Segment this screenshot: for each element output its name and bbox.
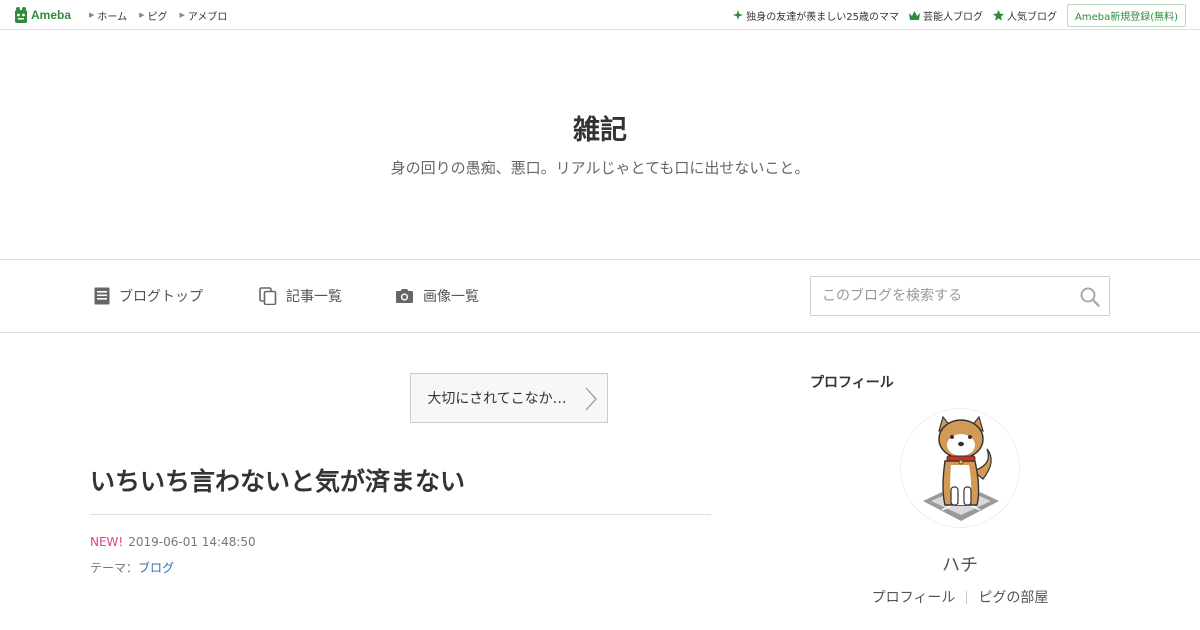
document-icon [94,287,110,305]
new-badge: NEW! [90,535,124,549]
featured-blog-label: 独身の友達が羨ましい25歳のママ [746,11,899,23]
blog-description: 身の回りの愚痴、悪口。リアルじゃとても口に出せないこと。 [390,159,810,177]
sparkle-icon [733,10,744,20]
caret-right-icon: ▶ [139,11,145,19]
search-icon[interactable] [1079,286,1101,308]
blog-title[interactable]: 雑記 [0,108,1200,147]
top-nav-label: ホーム [97,11,128,23]
copy-icon [259,287,277,305]
link-separator [966,590,968,604]
profile-name[interactable]: ハチ [810,551,1110,577]
nav-label: 記事一覧 [286,289,342,305]
top-nav-label: ピグ [147,11,168,23]
profile-links: プロフィール ピグの部屋 [810,587,1110,607]
entry-title[interactable]: いちいち言わないと気が済まない [90,462,710,498]
blog-search [810,276,1110,316]
ameba-logo[interactable]: Ameba [14,6,71,24]
profile-link[interactable]: プロフィール [872,587,956,607]
crown-icon [908,10,920,20]
theme-link[interactable]: ブログ [138,561,174,575]
top-right-links: 独身の友達が羨ましい25歳のママ 芸能人ブログ 人気ブログ Ameba新規登録(… [733,0,1186,30]
featured-blog-link[interactable]: 独身の友達が羨ましい25歳のママ [733,8,899,23]
caret-right-icon: ▶ [89,11,95,19]
entry-divider [90,514,711,515]
nav-image-list[interactable]: 画像一覧 [395,286,479,306]
celebrity-blog-link[interactable]: 芸能人ブログ [908,8,983,23]
dog-avatar-icon [923,415,999,521]
popular-blog-label: 人気ブログ [1006,11,1057,23]
profile-heading: プロフィール [810,375,894,391]
popular-blog-link[interactable]: 人気ブログ [992,8,1057,23]
global-nav: ブログトップ 記事一覧 画像一覧 [0,259,1200,333]
top-bar: Ameba ▶ ホーム ▶ ピグ ▶ アメブロ 独身の友達が羨ましい25歳のママ… [0,0,1200,30]
top-nav: ▶ ホーム ▶ ピグ ▶ アメブロ [89,0,227,30]
nav-blog-top[interactable]: ブログトップ [94,286,203,306]
ameba-mascot-icon [15,7,27,23]
top-nav-ameblo[interactable]: ▶ アメブロ [179,8,227,23]
pigg-room-link[interactable]: ピグの部屋 [978,587,1048,607]
entry-theme: テーマ：ブログ [90,559,174,576]
camera-icon [396,289,413,303]
theme-label: テーマ： [90,561,139,575]
caret-right-icon: ▶ [179,11,185,19]
top-nav-label: アメブロ [187,11,228,23]
star-icon [992,9,1004,20]
top-nav-pigg[interactable]: ▶ ピグ [139,8,167,23]
search-input[interactable] [811,277,1071,315]
logo-text: Ameba [31,8,72,22]
nav-label: 画像一覧 [423,289,479,305]
nav-entry-list[interactable]: 記事一覧 [259,286,342,306]
top-nav-home[interactable]: ▶ ホーム [89,8,127,23]
entry-datetime: 2019-06-01 14:48:50 [128,535,256,549]
chevron-right-icon [585,387,597,411]
avatar[interactable] [900,408,1020,528]
prev-entry-label: 大切にされてこなか… [427,391,567,407]
nav-label: ブログトップ [119,289,203,305]
prev-entry-button[interactable]: 大切にされてこなか… [410,373,608,423]
celebrity-blog-label: 芸能人ブログ [922,11,983,23]
entry-meta: NEW! 2019-06-01 14:48:50 [90,535,256,549]
signup-button[interactable]: Ameba新規登録(無料) [1066,3,1186,27]
